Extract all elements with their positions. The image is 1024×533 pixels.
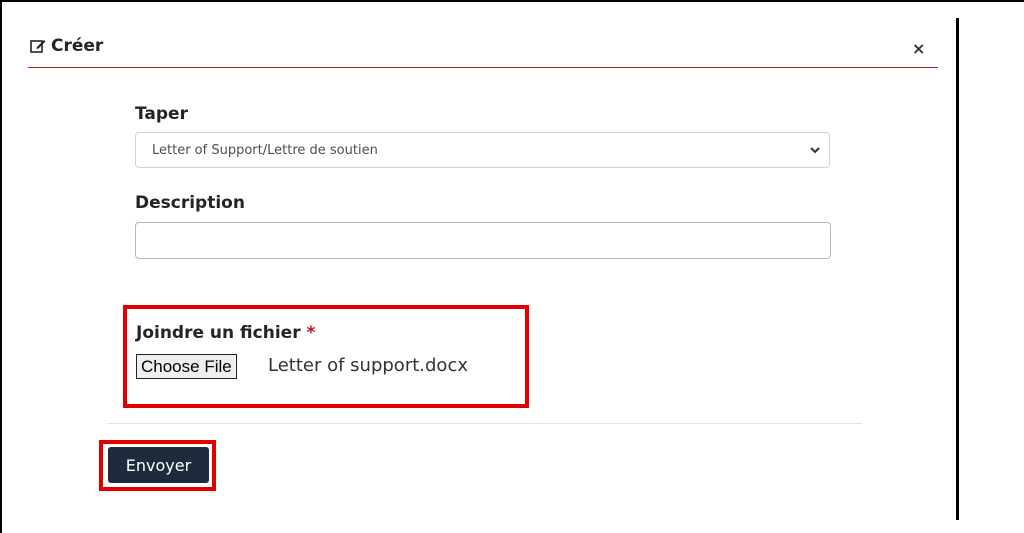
type-select-value: Letter of Support/Lettre de soutien [152,142,378,158]
footer-divider [107,423,862,424]
title-divider [28,67,938,68]
modal-title: Créer [29,36,103,56]
chevron-down-icon [810,147,820,154]
submit-button[interactable]: Envoyer [108,447,209,483]
description-label: Description [135,193,245,213]
window-edge [956,18,959,520]
attach-label-text: Joindre un fichier [136,323,301,343]
close-button[interactable]: × [912,40,925,58]
type-label: Taper [135,104,188,124]
description-input[interactable] [135,222,831,259]
type-select[interactable]: Letter of Support/Lettre de soutien [135,132,830,168]
modal-title-text: Créer [51,36,104,56]
selected-file-name: Letter of support.docx [268,355,468,376]
choose-file-button[interactable]: Choose File [136,354,237,379]
edit-icon [30,40,46,53]
required-mark: * [306,323,316,343]
attach-label: Joindre un fichier * [136,323,315,343]
